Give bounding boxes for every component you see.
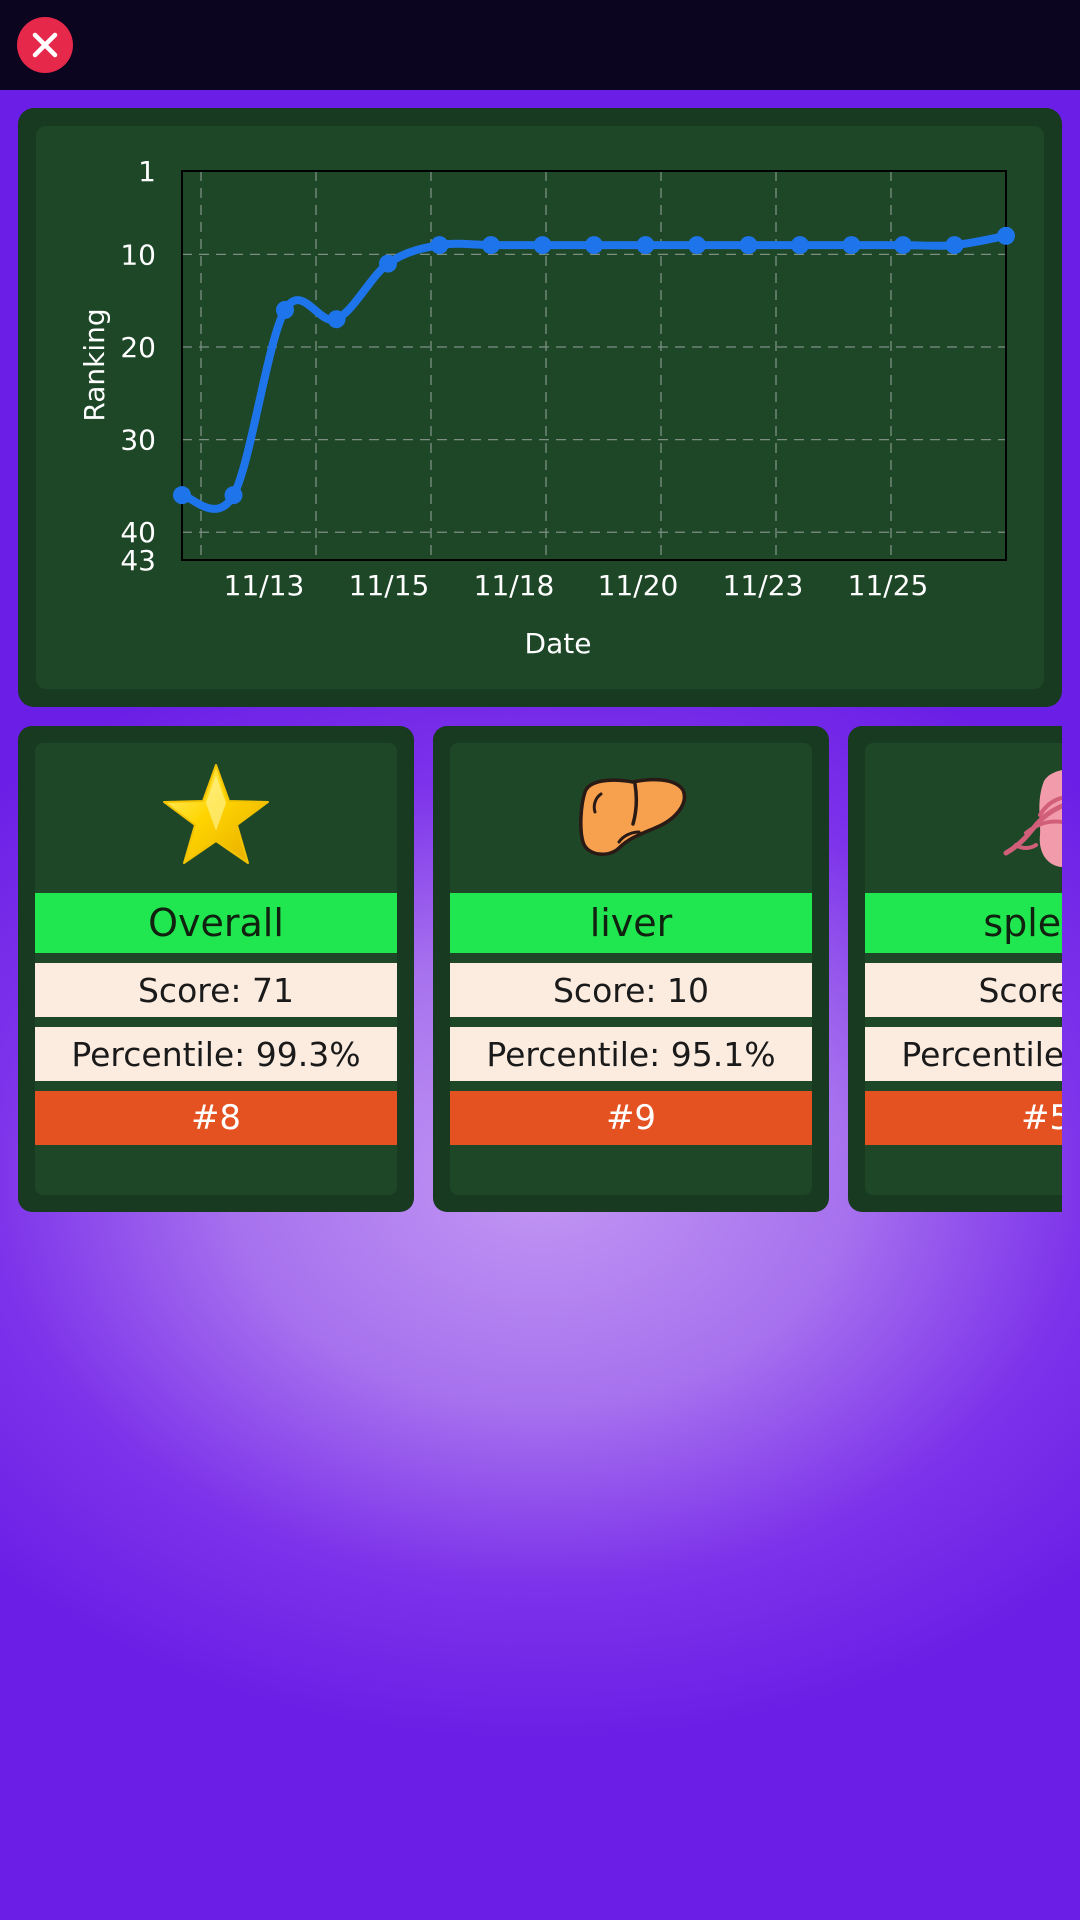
- spleen-icon: [865, 761, 1062, 873]
- y-tick-label: 20: [120, 331, 156, 364]
- x-tick-label: 11/25: [848, 569, 929, 602]
- card-percentile: Percentile: 99.3%: [35, 1027, 397, 1081]
- category-card-spleen[interactable]: spleen Score: 8 Percentile: 97.4% #5: [848, 726, 1062, 1212]
- data-point: [533, 236, 552, 255]
- x-tick-label: 11/18: [474, 569, 555, 602]
- top-bar: [0, 0, 1080, 90]
- card-rank: #9: [450, 1091, 812, 1145]
- data-point: [688, 236, 706, 255]
- x-tick-label: 11/13: [224, 569, 305, 602]
- data-point: [945, 236, 964, 255]
- data-point: [739, 236, 758, 255]
- card-title: spleen: [865, 893, 1062, 953]
- ranking-points: [173, 226, 1015, 505]
- x-tick-label: 11/23: [723, 569, 804, 602]
- data-point: [430, 236, 449, 255]
- card-title: liver: [450, 893, 812, 953]
- y-tick-label: 1: [138, 155, 156, 188]
- card-title: Overall: [35, 893, 397, 953]
- y-tick-label: 30: [120, 424, 156, 457]
- data-point: [636, 236, 655, 255]
- y-tick-label: 43: [120, 544, 156, 577]
- data-point: [224, 486, 243, 505]
- x-tick-label: 11/15: [349, 569, 430, 602]
- category-card-liver[interactable]: liver Score: 10 Percentile: 95.1% #9: [433, 726, 829, 1212]
- card-inner: spleen Score: 8 Percentile: 97.4% #5: [865, 743, 1062, 1195]
- card-inner: liver Score: 10 Percentile: 95.1% #9: [450, 743, 812, 1195]
- ranking-series-line: [178, 231, 1010, 513]
- close-button[interactable]: [17, 17, 73, 73]
- y-tick-label: 10: [120, 238, 156, 271]
- card-rank: #5: [865, 1091, 1062, 1145]
- ranking-chart-panel: 1 10 20 30 40 43 11/13 11/15 11/18 11/20 11/23 11/…: [18, 108, 1062, 707]
- data-point: [842, 236, 861, 255]
- data-point: [276, 300, 294, 319]
- ranking-chart-inner: 1 10 20 30 40 43 11/13 11/15 11/18 11/20 11/23 11/…: [36, 126, 1044, 689]
- data-point: [791, 236, 809, 255]
- card-score: Score: 10: [450, 963, 812, 1017]
- category-card-overall[interactable]: Overall Score: 71 Percentile: 99.3% #8: [18, 726, 414, 1212]
- x-tick-labels: 11/13 11/15 11/18 11/20 11/23 11/25: [224, 569, 929, 602]
- y-axis-label: Ranking: [78, 308, 111, 421]
- close-icon: [32, 32, 58, 58]
- data-point: [379, 254, 397, 273]
- data-point: [482, 236, 500, 255]
- ranking-chart: 11020304043 11/13 11/15 11/18 11/20 11/23 11/…: [78, 155, 1015, 660]
- plot-frame: [181, 170, 1007, 561]
- card-rank: #8: [35, 1091, 397, 1145]
- card-percentile: Percentile: 97.4%: [865, 1027, 1062, 1081]
- data-point: [894, 236, 912, 255]
- card-percentile: Percentile: 95.1%: [450, 1027, 812, 1081]
- x-tick-label: 11/20: [598, 569, 679, 602]
- data-point: [173, 486, 191, 505]
- data-point: [327, 310, 346, 329]
- card-score: Score: 71: [35, 963, 397, 1017]
- star-icon: [35, 761, 397, 873]
- category-card-strip[interactable]: Overall Score: 71 Percentile: 99.3% #8 l…: [18, 726, 1062, 1212]
- chart-grid: [182, 171, 1006, 560]
- data-point: [997, 226, 1015, 245]
- card-inner: Overall Score: 71 Percentile: 99.3% #8: [35, 743, 397, 1195]
- x-axis-label: Date: [525, 627, 592, 660]
- card-score: Score: 8: [865, 963, 1062, 1017]
- liver-icon: [450, 761, 812, 873]
- data-point: [585, 236, 603, 255]
- y-tick-labels: 11020304043: [120, 155, 156, 577]
